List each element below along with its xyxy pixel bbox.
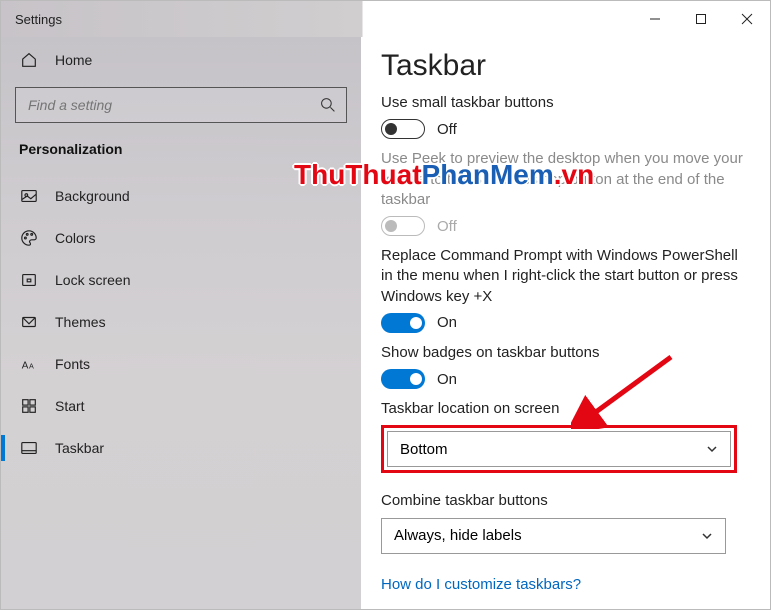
sidebar-item-themes[interactable]: Themes [1, 301, 361, 343]
location-value: Bottom [400, 441, 448, 458]
small-buttons-label: Use small taskbar buttons [381, 93, 750, 113]
sidebar-item-label: Background [55, 188, 130, 204]
powershell-toggle[interactable] [381, 313, 425, 333]
category-heading: Personalization [1, 141, 361, 175]
peek-label: Use Peek to preview the desktop when you… [381, 149, 750, 210]
search-field[interactable] [28, 97, 320, 113]
sidebar-item-label: Lock screen [55, 272, 130, 288]
start-icon [19, 397, 39, 415]
location-select[interactable]: Bottom [387, 431, 731, 467]
powershell-state: On [437, 314, 457, 331]
sidebar-item-fonts[interactable]: AA Fonts [1, 343, 361, 385]
lockscreen-icon [19, 271, 39, 289]
fonts-icon: AA [19, 355, 39, 373]
content-pane: Taskbar Use small taskbar buttons Off Us… [361, 37, 770, 609]
close-button[interactable] [724, 3, 770, 35]
sidebar-item-taskbar[interactable]: Taskbar [1, 427, 361, 469]
sidebar-item-start[interactable]: Start [1, 385, 361, 427]
home-label: Home [55, 52, 92, 68]
themes-icon [19, 313, 39, 331]
taskbar-icon [19, 439, 39, 457]
peek-toggle [381, 216, 425, 236]
chevron-down-icon [701, 530, 713, 542]
badges-state: On [437, 371, 457, 388]
sidebar-item-colors[interactable]: Colors [1, 217, 361, 259]
svg-text:A: A [29, 362, 34, 371]
sidebar-item-lockscreen[interactable]: Lock screen [1, 259, 361, 301]
location-label: Taskbar location on screen [381, 399, 750, 419]
palette-icon [19, 229, 39, 247]
sidebar-item-label: Taskbar [55, 440, 104, 456]
chevron-down-icon [706, 443, 718, 455]
svg-text:A: A [22, 361, 29, 372]
sidebar-item-label: Colors [55, 230, 95, 246]
page-title: Taskbar [381, 49, 750, 83]
small-buttons-toggle[interactable] [381, 119, 425, 139]
badges-label: Show badges on taskbar buttons [381, 343, 750, 363]
search-input[interactable] [15, 87, 347, 123]
sidebar-item-label: Fonts [55, 356, 90, 372]
search-icon [320, 97, 336, 113]
help-link[interactable]: How do I customize taskbars? [381, 576, 750, 593]
peek-state: Off [437, 218, 457, 235]
combine-label: Combine taskbar buttons [381, 491, 750, 511]
sidebar-item-background[interactable]: Background [1, 175, 361, 217]
sidebar-item-label: Start [55, 398, 85, 414]
home-icon [19, 51, 39, 69]
small-buttons-state: Off [437, 121, 457, 138]
window-controls [632, 3, 770, 35]
titlebar: Settings [1, 1, 770, 37]
combine-value: Always, hide labels [394, 527, 522, 544]
sidebar-item-label: Themes [55, 314, 106, 330]
picture-icon [19, 187, 39, 205]
sidebar: Home Personalization Background Colors L… [1, 37, 361, 609]
minimize-button[interactable] [632, 3, 678, 35]
badges-toggle[interactable] [381, 369, 425, 389]
window-title: Settings [15, 12, 632, 27]
home-button[interactable]: Home [1, 39, 361, 81]
highlight-annotation: Bottom [381, 425, 737, 473]
maximize-button[interactable] [678, 3, 724, 35]
combine-select[interactable]: Always, hide labels [381, 518, 726, 554]
powershell-label: Replace Command Prompt with Windows Powe… [381, 246, 750, 307]
